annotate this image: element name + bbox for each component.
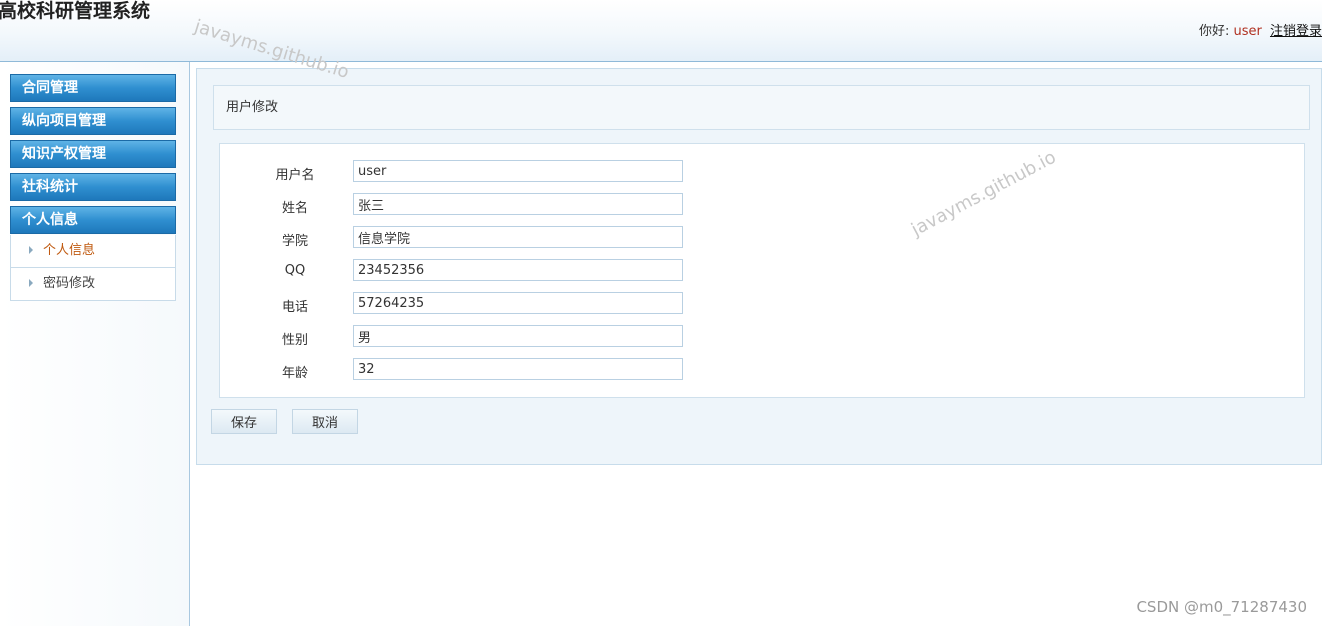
phone-input[interactable]	[353, 292, 683, 314]
name-label: 姓名	[281, 201, 308, 216]
main-panel: 用户修改 用户名 姓名 学院 QQ 电话 性别 年龄 保存	[196, 68, 1322, 465]
user-bar: 你好: user 注销登录	[1199, 20, 1322, 39]
sidebar-menu-vertical-project[interactable]: 纵向项目管理	[10, 107, 176, 135]
section-title: 用户修改	[213, 85, 1310, 130]
sidebar-menu-ip[interactable]: 知识产权管理	[10, 140, 176, 168]
username: user	[1233, 24, 1262, 39]
gender-input[interactable]	[353, 325, 683, 347]
phone-label: 电话	[281, 300, 308, 315]
sidebar: 合同管理 纵向项目管理 知识产权管理 社科统计 个人信息 个人信息 密码修改	[0, 62, 190, 626]
form-row-username: 用户名	[220, 160, 1220, 184]
sidebar-menu-contract[interactable]: 合同管理	[10, 74, 176, 102]
age-label: 年龄	[281, 366, 308, 381]
cancel-button[interactable]: 取消	[292, 409, 358, 434]
form-row-gender: 性别	[220, 325, 1220, 349]
sidebar-item-password-change[interactable]: 密码修改	[10, 268, 176, 301]
college-label: 学院	[281, 234, 308, 249]
name-input[interactable]	[353, 193, 683, 215]
username-input[interactable]	[353, 160, 683, 182]
age-input[interactable]	[353, 358, 683, 380]
form-row-name: 姓名	[220, 193, 1220, 217]
user-edit-form: 用户名 姓名 学院 QQ 电话 性别 年龄	[219, 143, 1305, 398]
sidebar-menu-personal-info[interactable]: 个人信息	[10, 206, 176, 234]
app-title: 高校科研管理系统	[0, 0, 151, 22]
form-row-age: 年龄	[220, 358, 1220, 382]
sidebar-item-label: 密码修改	[43, 276, 96, 291]
form-row-college: 学院	[220, 226, 1220, 250]
sidebar-item-personal-info[interactable]: 个人信息	[10, 235, 176, 268]
username-label: 用户名	[275, 168, 315, 183]
credit-text: CSDN @m0_71287430	[1136, 598, 1307, 616]
chevron-right-icon	[29, 279, 33, 287]
college-input[interactable]	[353, 226, 683, 248]
header: 高校科研管理系统 你好: user 注销登录	[0, 0, 1322, 62]
chevron-right-icon	[29, 246, 33, 254]
save-button[interactable]: 保存	[211, 409, 277, 434]
sidebar-menu-social-stats[interactable]: 社科统计	[10, 173, 176, 201]
qq-input[interactable]	[353, 259, 683, 281]
qq-label: QQ	[284, 263, 306, 278]
gender-label: 性别	[281, 333, 308, 348]
sidebar-item-label: 个人信息	[43, 243, 96, 258]
logout-link[interactable]: 注销登录	[1270, 24, 1322, 39]
form-row-phone: 电话	[220, 292, 1220, 316]
greeting-text: 你好:	[1198, 24, 1230, 39]
form-row-qq: QQ	[220, 259, 1220, 283]
